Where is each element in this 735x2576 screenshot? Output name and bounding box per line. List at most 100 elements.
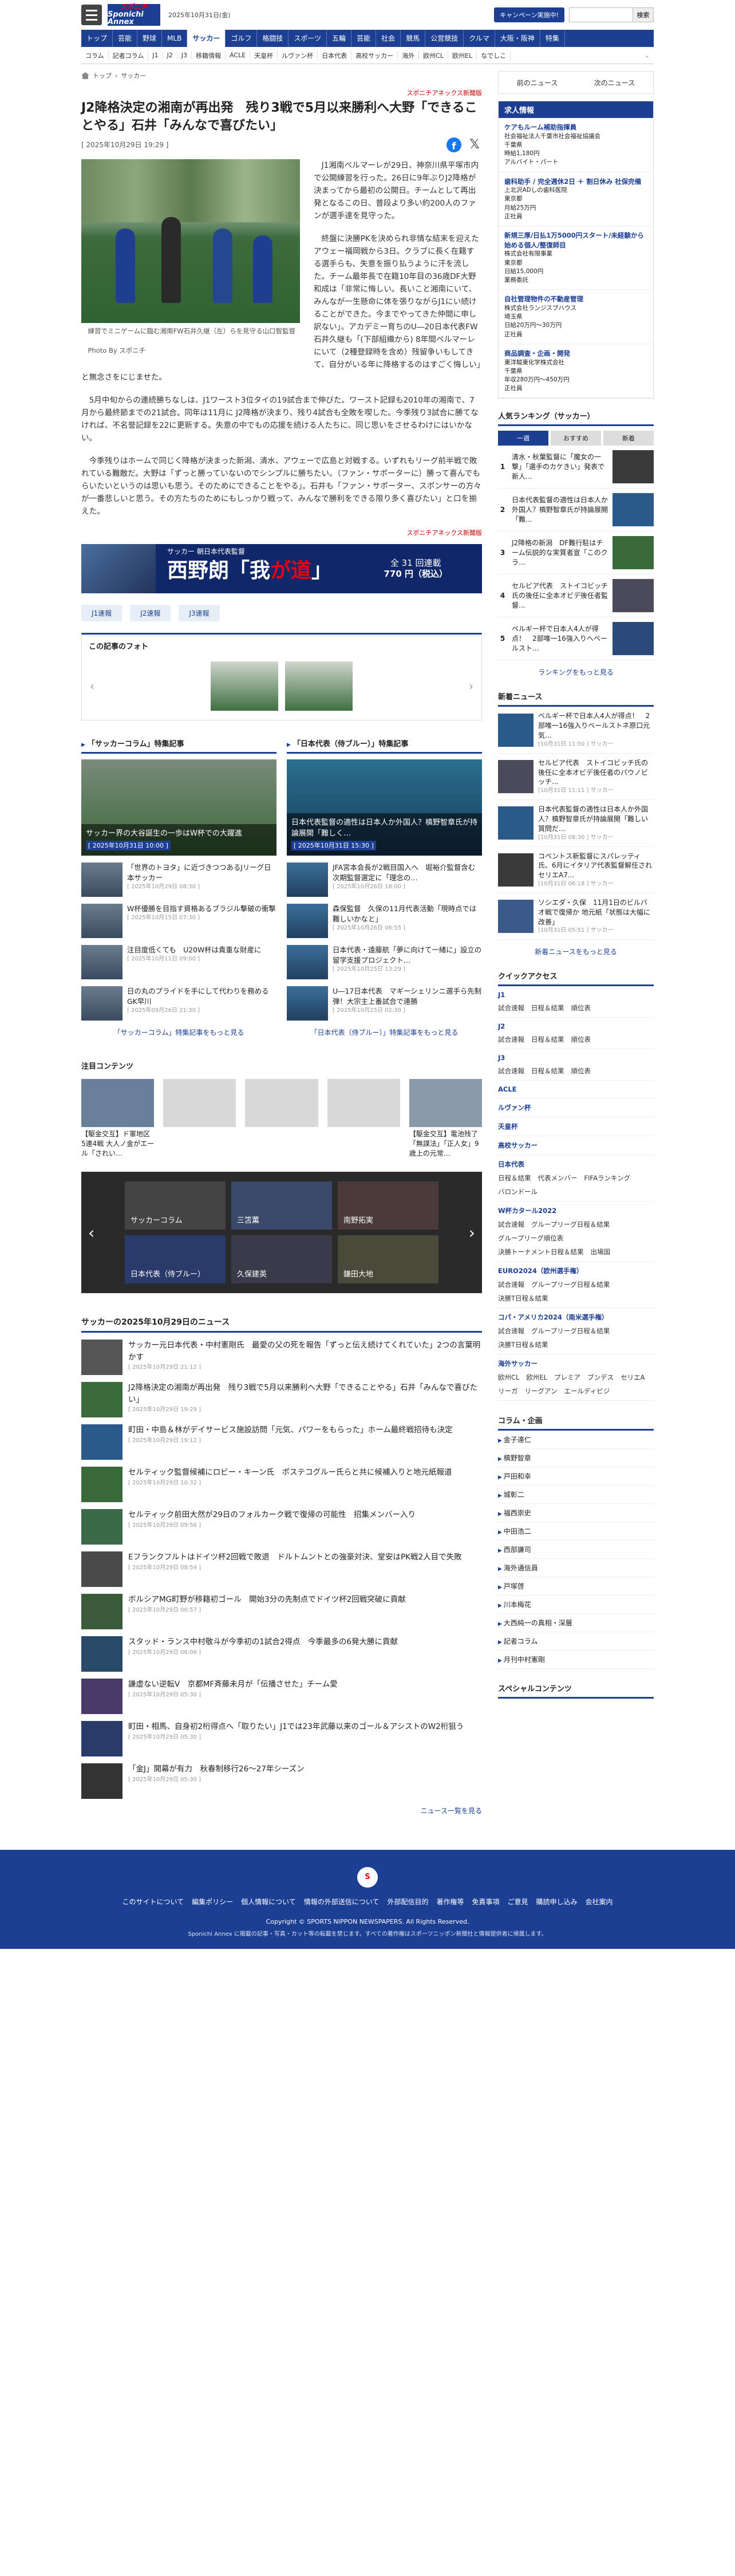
article-photo[interactable] [81,159,300,323]
subnav-item[interactable]: J3 [177,52,192,59]
subnav-item[interactable]: ルヴァン杯 [278,50,318,60]
qa-heading[interactable]: EURO2024（欧州選手権） [498,1266,654,1275]
search-input[interactable] [570,8,633,22]
job-item[interactable]: ケアもルーム補助指揮員 社会福祉法人千葉市社会福祉協議会 千葉県 時給1,180円 アル… [499,118,653,172]
new-item[interactable]: ソシエダ・久保 11月1日のビルバオ戦で復帰か 地元紙「状態は大幅に改善」 [10… [498,893,654,940]
qa-link[interactable]: グループリーグ日程＆結果 [531,1280,610,1289]
attention-item[interactable]: 【駆金交互】ド軍地区5連4戦 大人ノ金がエール「されい… [81,1079,155,1158]
footer-link[interactable]: 外部配信目的 [387,1897,428,1907]
qa-link[interactable]: 試合速報 [498,1326,524,1336]
x-icon[interactable]: 𝕏 [467,137,482,152]
column-link[interactable]: 月刊中村憲剛 [498,1651,654,1669]
footer-link[interactable]: 会社案内 [586,1897,613,1907]
qa-heading[interactable]: 日本代表 [498,1160,654,1169]
qa-link[interactable]: 試合速報 [498,1035,524,1044]
qa-link[interactable]: 日程＆結果 [531,1066,564,1076]
column-link[interactable]: 槙野智章 [498,1449,654,1468]
tab-week[interactable]: 一週 [498,431,548,446]
attention-item[interactable]: 【駆金交互】電池残了「無謀法」「正人女」9歳上の元常… [409,1079,483,1158]
qa-link[interactable]: グループリーグ日程＆結果 [531,1220,610,1229]
qa-heading[interactable]: ルヴァン杯 [498,1103,654,1112]
subnav-item[interactable]: 記者コラム [109,50,149,60]
campaign-button[interactable]: キャンペーン実施中! [494,7,564,22]
qa-link[interactable]: ブンデス [587,1373,614,1382]
rank-item[interactable]: 1 清水・秋葉監督に「魔女の一撃」「選手のカケきい」発表で新人... [498,446,654,489]
qa-link[interactable]: 順位表 [571,1035,591,1044]
footer-link[interactable]: 編集ポリシー [192,1897,233,1907]
home-icon[interactable] [81,72,89,79]
gnav-item[interactable]: トップ [81,30,113,47]
tab-recommend[interactable]: おすすめ [551,431,601,446]
qa-link[interactable]: 日程＆結果 [498,1173,531,1183]
footer-link[interactable]: 情報の外部送信について [304,1897,380,1907]
new-item[interactable]: コベントス新監督にスパレッティ氏、6月にイタリア代表監督解任されセリエA7...… [498,847,654,893]
news-row[interactable]: Eフランクフルトはドイツ杯2回戦で敗退 ドルトムントとの強豪対決、堂安はPK戦2… [81,1551,482,1588]
gallery-thumb[interactable] [211,661,278,711]
footer-link[interactable]: 免責事項 [472,1897,499,1907]
feature-card[interactable]: 日本代表監督の適性は日本人か外国人？槙野智章氏が持論展開「難しく…[ 2025年… [287,759,482,856]
rank-item[interactable]: 2 日本代表監督の適性は日本人か外国人？槙野智章氏が持論展開「難... [498,489,654,532]
qa-link[interactable]: 日程＆結果 [531,1003,564,1013]
news-more-link[interactable]: ニュース一覧を見る [81,1806,482,1815]
breadcrumb-top[interactable]: トップ [93,71,112,80]
new-item[interactable]: セルビア代表 ストイコビッチ氏の後任に全本オビデ後任者のパウノビッチ... [10… [498,754,654,801]
news-row[interactable]: スタッド・ランス中村敬斗が今季初の1試合2得点 今季最多の6発大勝に貢献 [ 20… [81,1636,482,1672]
qa-link[interactable]: リーグアン [525,1387,558,1396]
qa-link[interactable]: 決勝T日程＆結果 [498,1294,548,1303]
gallery-thumb[interactable] [285,661,353,711]
qa-heading[interactable]: J3 [498,1054,654,1062]
tag-j3[interactable]: J3速報 [179,605,220,621]
gnav-item[interactable]: 芸能 [351,30,377,47]
prev-news-link[interactable]: 前のニュース [517,78,558,88]
subnav-item[interactable]: 高校サッカー [351,50,398,60]
qa-link[interactable]: 順位表 [571,1003,591,1013]
carousel-tile[interactable]: サッカーコラム [125,1181,226,1230]
subnav-item[interactable]: 欧州EL [448,50,477,60]
subnav-item[interactable]: 欧州CL [419,50,448,60]
column-link[interactable]: 金子達仁 [498,1431,654,1450]
tag-j2[interactable]: J2速報 [130,605,171,621]
chevron-left-icon[interactable]: ‹ [88,1223,94,1242]
gnav-item[interactable]: サッカー [187,30,226,47]
subnav-item[interactable]: J1 [148,52,163,59]
tab-new[interactable]: 新着 [603,431,654,446]
rank-item[interactable]: 3 J2降格の新潟 DF難行駐はチーム伝説的な実質者宣「このクラ... [498,531,654,575]
article-row[interactable]: W杯優勝を目指す資格あるブラジル撃破の衝撃[ 2025年10月15日 07:30… [81,904,276,938]
qa-link[interactable]: 出場国 [591,1247,611,1257]
qa-link[interactable]: 試合速報 [498,1066,524,1076]
gnav-item[interactable]: 芸能 [113,30,138,47]
column-link[interactable]: 川本梅花 [498,1596,654,1614]
article-row[interactable]: U―17日本代表 マギーシェリンニ選手ら先制弾！大宗主上番試合で連勝[ 2025… [287,986,482,1021]
gnav-item[interactable]: クルマ [464,30,495,47]
qa-link[interactable]: 欧州CL [498,1373,519,1382]
column-link[interactable]: 中田浩二 [498,1522,654,1541]
new-item[interactable]: ベルギー杯で日本人4人が得点！ 2部唯一16強入りベールストネ原口元気... [1… [498,707,654,754]
breadcrumb-soccer[interactable]: サッカー [121,71,146,80]
qa-link[interactable]: 決勝トーナメント日程＆結果 [498,1247,584,1257]
article-row[interactable]: 日の丸のプライドを手にして代わりを務めるGK早川[ 2025年09月26日 21… [81,986,276,1021]
new-item[interactable]: 日本代表監督の適性は日本人か外国人？槙野智章氏が持論展開「難しい質問だ... [1… [498,800,654,847]
qa-link[interactable]: グループリーグ順位表 [498,1234,563,1243]
footer-link[interactable]: 著作権等 [436,1897,464,1907]
qa-heading[interactable]: 高校サッカー [498,1141,654,1150]
qa-link[interactable]: セリエA [621,1373,645,1382]
gnav-item[interactable]: 社会 [376,30,401,47]
qa-link[interactable]: 順位表 [571,1066,591,1076]
news-row[interactable]: サッカー元日本代表・中村憲剛氏 最愛の父の死を報告「ずっと伝え続けてくれていた」… [81,1340,482,1376]
qa-heading[interactable]: J1 [498,991,654,999]
gnav-item[interactable]: 格闘技 [257,30,289,47]
article-row[interactable]: 注目度低くても U20W杯は貴重な財産に[ 2025年10月11日 09:00 … [81,945,276,979]
qa-link[interactable]: プレミア [554,1373,580,1382]
qa-link[interactable]: 欧州EL [526,1373,547,1382]
chevron-right-icon[interactable]: › [469,1223,475,1242]
subnav-item[interactable]: 海外 [398,50,420,60]
qa-heading[interactable]: W杯カタール2022 [498,1206,654,1215]
qa-heading[interactable]: ACLE [498,1085,654,1093]
job-item[interactable]: 自社管理物件の不動産管理 株式会社ランジスブハウス 埼玉県 日給20万円〜30万円 正社… [499,290,653,344]
footer-link[interactable]: ご意見 [507,1897,528,1907]
new-more-link[interactable]: 新着ニュースをもっと見る [498,947,654,956]
next-news-link[interactable]: 次のニュース [594,78,635,88]
rank-item[interactable]: 4 セルビア代表 ストイコビッチ氏の後任に全本オビデ後任者監督... [498,574,654,618]
carousel-tile[interactable]: 三笘薫 [231,1181,332,1230]
footer-link[interactable]: 個人情報について [241,1897,296,1907]
